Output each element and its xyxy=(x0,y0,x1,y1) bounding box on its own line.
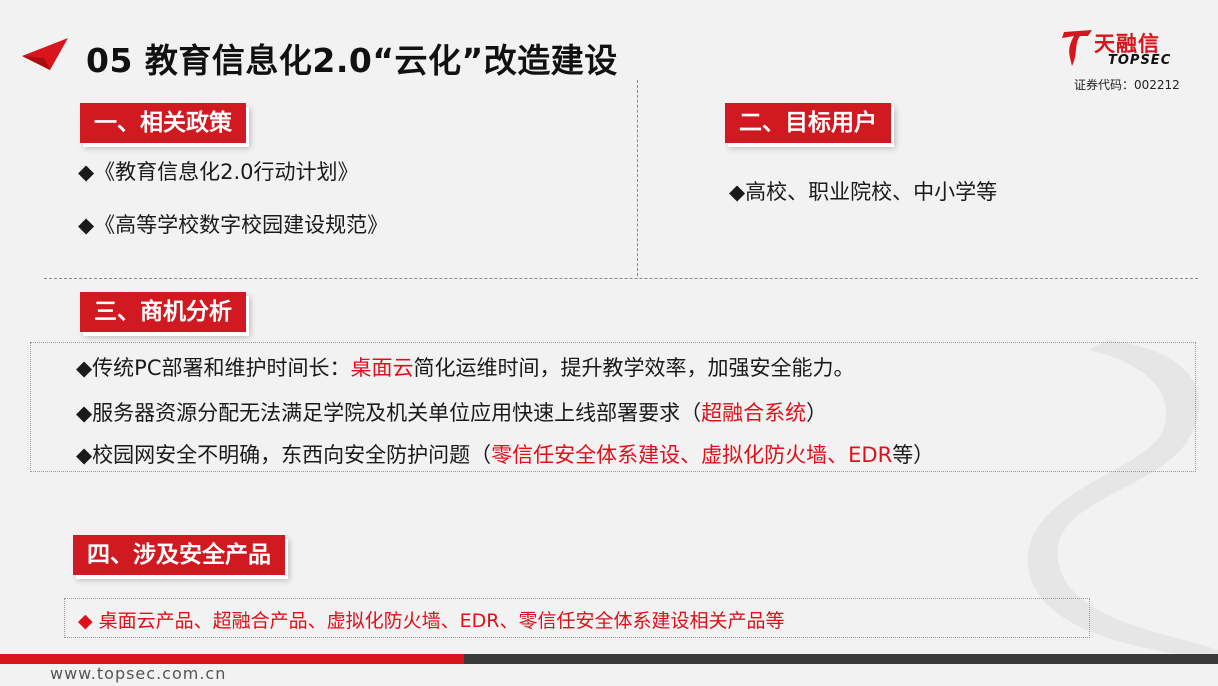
topsec-s-logo-icon xyxy=(1062,30,1092,66)
section-label-analysis: 三、商机分析 xyxy=(80,292,246,332)
analysis-line-highlight: 零信任安全体系建设、虚拟化防火墙、EDR xyxy=(491,443,893,467)
analysis-line-text: ◆校园网安全不明确，东西向安全防护问题（ xyxy=(76,443,492,467)
analysis-line: ◆校园网安全不明确，东西向安全防护问题（零信任安全体系建设、虚拟化防火墙、EDR… xyxy=(76,439,934,469)
users-item: ◆高校、职业院校、中小学等 xyxy=(729,180,998,204)
horizontal-divider xyxy=(44,278,1198,279)
analysis-line-highlight: 桌面云 xyxy=(350,356,414,380)
policy-item: ◆《教育信息化2.0行动计划》 xyxy=(78,160,359,184)
analysis-line-text: 简化运维时间，提升教学效率，加强安全能力。 xyxy=(413,356,855,380)
section-label-products: 四、涉及安全产品 xyxy=(73,535,285,575)
analysis-line-text: 等） xyxy=(892,443,935,467)
section-label-users: 二、目标用户 xyxy=(725,103,891,143)
policy-item: ◆《高等学校数字校园建设规范》 xyxy=(78,213,389,237)
analysis-line: ◆服务器资源分配无法满足学院及机关单位应用快速上线部署要求（超融合系统） xyxy=(76,397,827,427)
footer-bar-dark xyxy=(464,654,1218,664)
vertical-divider xyxy=(637,80,638,276)
logo-english-name: TOPSEC xyxy=(1108,53,1172,68)
products-text: ◆ 桌面云产品、超融合产品、虚拟化防火墙、EDR、零信任安全体系建设相关产品等 xyxy=(78,610,785,632)
section-label-policy: 一、相关政策 xyxy=(80,103,246,143)
page-title: 05 教育信息化2.0“云化”改造建设 xyxy=(86,41,618,80)
footer-bar-red xyxy=(0,654,464,664)
title-arrow-icon xyxy=(22,38,68,70)
analysis-line-highlight: 超融合系统 xyxy=(701,401,807,425)
analysis-line-text: ） xyxy=(806,401,828,425)
topsec-logo: 天融信 TOPSEC 证券代码：002212 xyxy=(1058,26,1198,94)
footer-url: www.topsec.com.cn xyxy=(50,664,227,683)
stock-code: 证券代码：002212 xyxy=(1074,78,1180,92)
analysis-line-text: ◆服务器资源分配无法满足学院及机关单位应用快速上线部署要求（ xyxy=(76,401,702,425)
analysis-line-text: ◆传统PC部署和维护时间长： xyxy=(76,356,351,380)
analysis-line: ◆传统PC部署和维护时间长：桌面云简化运维时间，提升教学效率，加强安全能力。 xyxy=(76,352,854,382)
